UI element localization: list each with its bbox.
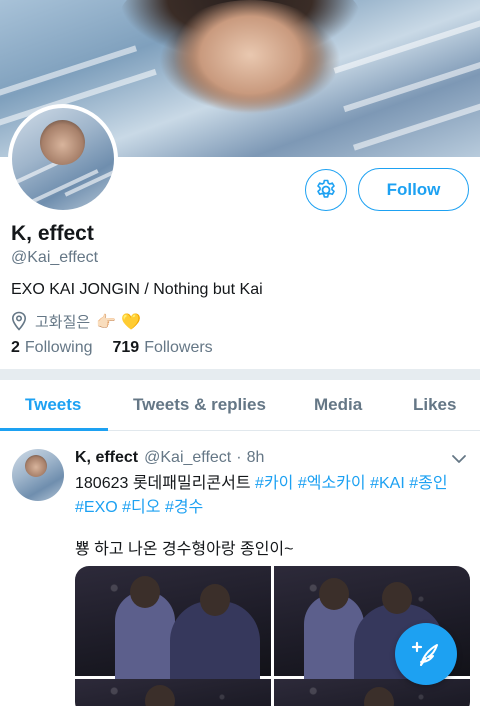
profile-handle: @Kai_effect [11, 249, 99, 266]
tweet-header: K, effect @Kai_effect · 8h [75, 449, 264, 467]
hashtag[interactable]: #KAI [370, 475, 405, 492]
tab-tweets-and-replies[interactable]: Tweets & replies [133, 380, 266, 430]
gear-icon [317, 179, 335, 198]
hashtag[interactable]: #디오 [122, 499, 160, 516]
tab-media[interactable]: Media [314, 380, 362, 430]
tweet-separator-dot: · [236, 449, 242, 466]
tab-tweets[interactable]: Tweets [25, 380, 81, 430]
followers-stat[interactable]: 719 Followers [113, 339, 213, 357]
profile-avatar[interactable] [8, 104, 118, 214]
tweet-photo[interactable] [75, 679, 271, 706]
tab-likes[interactable]: Likes [413, 380, 456, 430]
section-divider [0, 369, 480, 380]
settings-button[interactable] [305, 169, 347, 211]
profile-stats: 2 Following 719 Followers [11, 339, 233, 357]
location-emoji: 👉🏻 💛 [96, 311, 142, 331]
tweet-author-handle: @Kai_effect [144, 449, 232, 466]
tweet-author-name[interactable]: K, effect [75, 449, 138, 467]
hashtag[interactable]: #엑소카이 [298, 475, 366, 492]
tweet-photo[interactable] [75, 566, 271, 691]
tweet-timestamp: 8h [246, 449, 265, 466]
hashtag[interactable]: #경수 [165, 499, 203, 516]
compose-feather-icon [411, 641, 438, 666]
hashtag[interactable]: #카이 [255, 475, 293, 492]
chevron-down-icon[interactable] [451, 452, 467, 470]
profile-display-name: K, effect [11, 222, 94, 245]
tweet-avatar[interactable] [12, 449, 64, 501]
compose-tweet-button[interactable] [395, 623, 457, 685]
hashtag[interactable]: #EXO [75, 499, 118, 516]
profile-bio: EXO KAI JONGIN / Nothing but Kai [11, 281, 263, 298]
follow-button[interactable]: Follow [358, 168, 469, 211]
active-tab-indicator [0, 428, 108, 431]
profile-tabs: Tweets Tweets & replies Media Likes [0, 380, 480, 431]
tweet-text: 180623 롯데패밀리콘서트 #카이 #엑소카이 #KAI #종인 #EXO … [75, 475, 448, 516]
location-text: 고화질은 [35, 313, 91, 331]
profile-location: 고화질은 👉🏻 💛 [11, 310, 141, 332]
following-stat[interactable]: 2 Following [11, 339, 93, 357]
hashtag[interactable]: #종인 [409, 475, 447, 492]
location-pin-icon [11, 311, 27, 331]
tweet-text-line: 뿅 하고 나온 경수형아랑 종인이~ [75, 541, 294, 558]
tweet-photo[interactable] [274, 679, 470, 706]
